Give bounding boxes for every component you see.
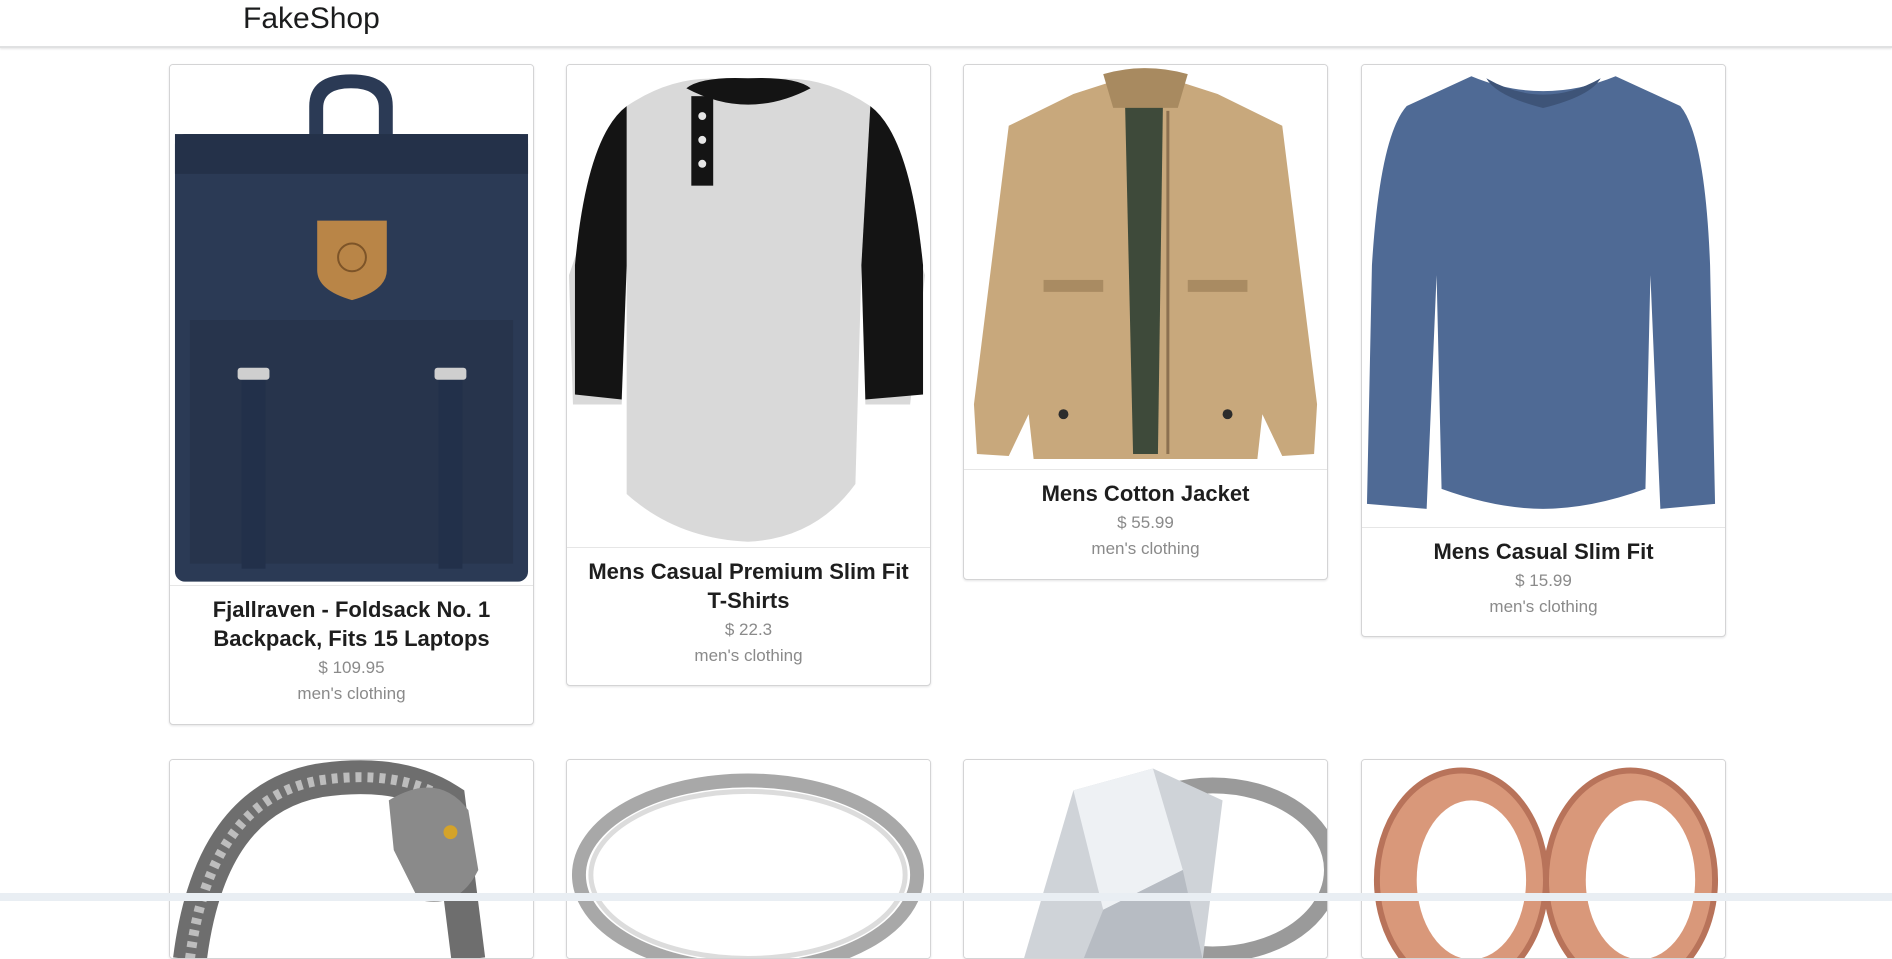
tshirt-image-icon: [567, 66, 930, 546]
product-price: $ 55.99: [1117, 513, 1174, 532]
product-category: men's clothing: [1489, 597, 1598, 616]
horizontal-scrollbar-track[interactable]: [0, 893, 1892, 901]
product-card[interactable]: Fjallraven - Foldsack No. 1 Backpack, Fi…: [169, 64, 534, 725]
product-image-diamond-ring[interactable]: [964, 760, 1327, 958]
product-card[interactable]: [1361, 759, 1726, 959]
product-title[interactable]: Mens Casual Slim Fit: [1362, 537, 1725, 566]
backpack-image-icon: [170, 66, 533, 584]
product-title[interactable]: Mens Casual Premium Slim Fit T-Shirts: [567, 557, 930, 615]
product-image-bracelet[interactable]: [170, 760, 533, 958]
product-image-plugs[interactable]: [1362, 760, 1725, 958]
rose-gold-plugs-image-icon: [1362, 760, 1725, 958]
product-category: men's clothing: [297, 684, 406, 703]
product-card[interactable]: [169, 759, 534, 959]
silver-ring-image-icon: [567, 760, 930, 958]
brand-logo-text[interactable]: FakeShop: [243, 0, 380, 38]
dragon-bracelet-image-icon: [170, 760, 533, 958]
product-card[interactable]: [566, 759, 931, 959]
product-card[interactable]: Mens Cotton Jacket $ 55.99 men's clothin…: [963, 64, 1328, 580]
product-image-longsleeve[interactable]: [1362, 65, 1725, 528]
product-card[interactable]: [963, 759, 1328, 959]
product-title[interactable]: Fjallraven - Foldsack No. 1 Backpack, Fi…: [170, 595, 533, 653]
product-category: men's clothing: [694, 646, 803, 665]
top-navbar: FakeShop: [0, 0, 1892, 48]
product-image-jacket[interactable]: [964, 65, 1327, 470]
product-price: $ 15.99: [1515, 571, 1572, 590]
product-card[interactable]: Mens Casual Slim Fit $ 15.99 men's cloth…: [1361, 64, 1726, 637]
product-category: men's clothing: [1091, 539, 1200, 558]
product-image-backpack[interactable]: [170, 65, 533, 586]
product-price: $ 109.95: [318, 658, 385, 677]
product-price: $ 22.3: [724, 620, 773, 639]
jacket-image-icon: [964, 66, 1327, 468]
longsleeve-image-icon: [1362, 66, 1725, 526]
product-image-silver-ring[interactable]: [567, 760, 930, 958]
diamond-ring-image-icon: [964, 760, 1327, 958]
product-image-tshirt[interactable]: [567, 65, 930, 548]
product-card[interactable]: Mens Casual Premium Slim Fit T-Shirts $ …: [566, 64, 931, 686]
product-title[interactable]: Mens Cotton Jacket: [964, 479, 1327, 508]
